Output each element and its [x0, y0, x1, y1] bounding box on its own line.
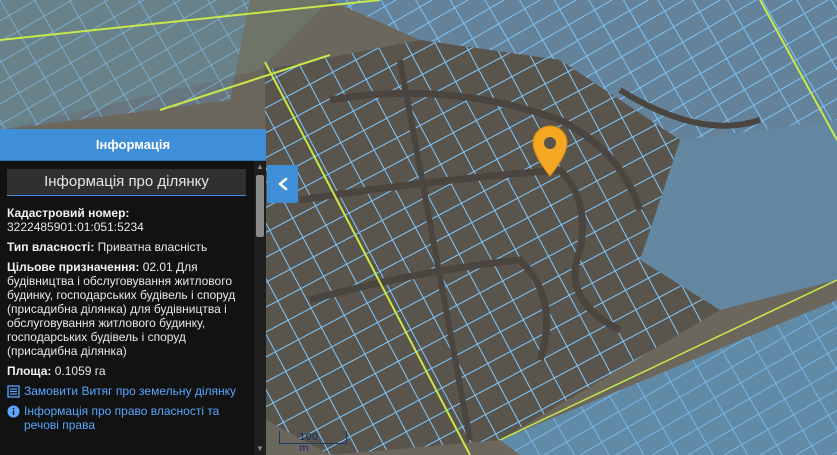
order-extract-label[interactable]: Замовити Витяг про земельну ділянку [24, 384, 236, 398]
area-label: Площа: [7, 364, 52, 378]
area-row: Площа: 0.1059 га [7, 364, 246, 378]
panel-header: Інформація [0, 129, 266, 161]
section-title: Інформація про ділянку [7, 169, 246, 196]
cadastral-label: Кадастровий номер: [7, 206, 130, 220]
document-list-icon [7, 385, 20, 398]
panel-scrollbar[interactable]: ▲ ▼ [254, 161, 266, 455]
scroll-thumb[interactable] [256, 175, 264, 237]
order-extract-link[interactable]: Замовити Витяг про земельну ділянку [7, 384, 246, 398]
purpose-row: Цільове призначення: 02.01 Для будівницт… [7, 260, 246, 358]
area-value: 0.1059 га [54, 364, 106, 378]
ownership-row: Тип власності: Приватна власність [7, 240, 246, 254]
info-circle-icon [7, 405, 20, 418]
panel-scroll-area[interactable]: Інформація про ділянку Кадастровий номер… [0, 161, 266, 455]
collapse-panel-button[interactable] [267, 165, 298, 203]
ownership-value: Приватна власність [97, 240, 208, 254]
scroll-down-arrow-icon[interactable]: ▼ [254, 443, 266, 455]
scroll-up-arrow-icon[interactable]: ▲ [254, 161, 266, 173]
ownership-label: Тип власності: [7, 240, 95, 254]
purpose-label: Цільове призначення: [7, 260, 140, 274]
chevron-left-icon [278, 177, 287, 191]
cadastral-value: 3222485901:01:051:5234 [7, 220, 144, 234]
ownership-rights-label[interactable]: Інформація про право власності та речові… [24, 404, 246, 432]
info-panel: Інформація Інформація про ділянку Кадаст… [0, 129, 266, 455]
ownership-rights-link[interactable]: Інформація про право власності та речові… [7, 404, 246, 432]
purpose-value: 02.01 Для будівництва і обслуговування ж… [7, 260, 236, 358]
cadastral-row: Кадастровий номер: 3222485901:01:051:523… [7, 206, 246, 234]
scale-label: 100 m [299, 432, 319, 454]
